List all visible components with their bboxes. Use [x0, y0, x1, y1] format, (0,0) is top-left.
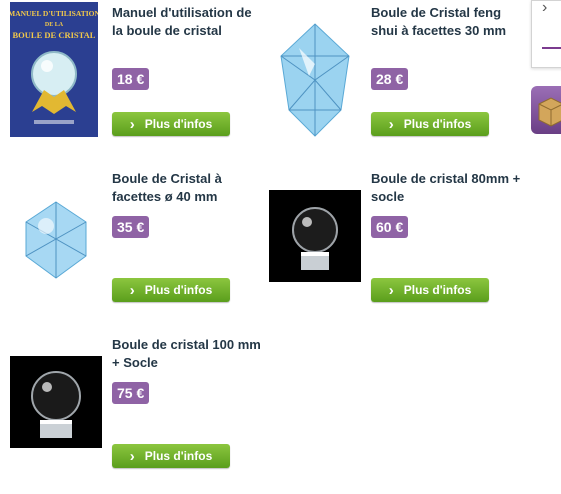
more-info-button[interactable]: › Plus d'infos — [112, 278, 230, 302]
faceted-crystal-icon — [280, 23, 350, 137]
chevron-right-icon: › — [129, 115, 135, 133]
divider — [542, 47, 561, 49]
chevron-right-icon: › — [542, 0, 548, 16]
button-label: Plus d'infos — [144, 283, 213, 297]
product-image[interactable] — [269, 190, 361, 282]
product-title[interactable]: Manuel d'utilisation de la boule de cris… — [112, 4, 262, 40]
chevron-right-icon: › — [129, 281, 135, 299]
price-badge: 35 € — [112, 216, 150, 238]
more-info-button[interactable]: › Plus d'infos — [371, 112, 489, 136]
product-title[interactable]: Boule de Cristal feng shui à facettes 30… — [371, 4, 521, 40]
crystal-ball-stand-icon — [10, 356, 102, 448]
product-title[interactable]: Boule de cristal 100 mm + Socle — [112, 336, 262, 372]
faceted-crystal-icon — [25, 201, 87, 279]
product-title[interactable]: Boule de cristal 80mm + socle — [371, 170, 521, 206]
price-badge: 18 € — [112, 68, 150, 90]
more-info-button[interactable]: › Plus d'infos — [112, 112, 230, 136]
button-label: Plus d'infos — [403, 283, 472, 297]
button-label: Plus d'infos — [144, 117, 213, 131]
product-card: Boule de Cristal feng shui à facettes 30… — [269, 2, 519, 162]
more-info-button[interactable]: › Plus d'infos — [112, 444, 230, 468]
book-cover-icon: MANUEL D'UTILISATION DE LA BOULE DE CRIS… — [8, 2, 100, 137]
book-title-line1: MANUEL D'UTILISATION — [10, 9, 98, 18]
product-card: Boule de cristal 80mm + socle 60 € › Plu… — [269, 168, 521, 328]
book-title-line3: BOULE DE CRISTAL — [13, 30, 96, 40]
cart-box-icon[interactable] — [531, 86, 561, 134]
chevron-right-icon: › — [388, 115, 394, 133]
button-label: Plus d'infos — [144, 449, 213, 463]
box-icon — [538, 97, 561, 127]
price-badge: 75 € — [112, 382, 150, 404]
product-image[interactable] — [269, 20, 361, 140]
crystal-ball-stand-icon — [269, 190, 361, 282]
price-badge: 60 € — [371, 216, 409, 238]
product-card: Boule de Cristal à facettes ø 40 mm 35 €… — [10, 168, 260, 328]
product-title[interactable]: Boule de Cristal à facettes ø 40 mm — [112, 170, 262, 206]
product-image[interactable] — [10, 194, 102, 286]
product-card: Boule de cristal 100 mm + Socle 75 € › P… — [10, 334, 262, 494]
side-panel[interactable]: › — [531, 0, 561, 68]
chevron-right-icon: › — [129, 447, 135, 465]
price-badge: 28 € — [371, 68, 409, 90]
product-card: MANUEL D'UTILISATION DE LA BOULE DE CRIS… — [8, 2, 262, 162]
product-image[interactable]: MANUEL D'UTILISATION DE LA BOULE DE CRIS… — [8, 2, 100, 137]
product-image[interactable] — [10, 356, 102, 448]
more-info-button[interactable]: › Plus d'infos — [371, 278, 489, 302]
chevron-right-icon: › — [388, 281, 394, 299]
button-label: Plus d'infos — [403, 117, 472, 131]
book-title-line2: DE LA — [45, 22, 64, 28]
